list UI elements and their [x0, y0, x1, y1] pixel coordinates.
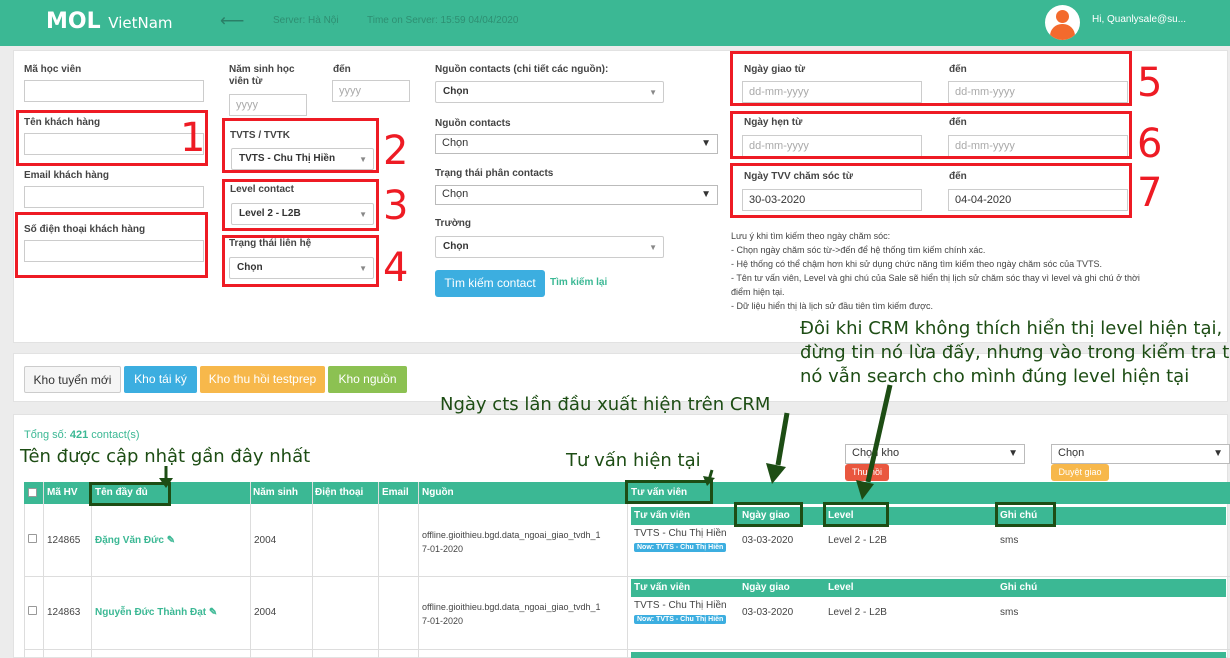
annotation-arrows: [159, 384, 893, 500]
